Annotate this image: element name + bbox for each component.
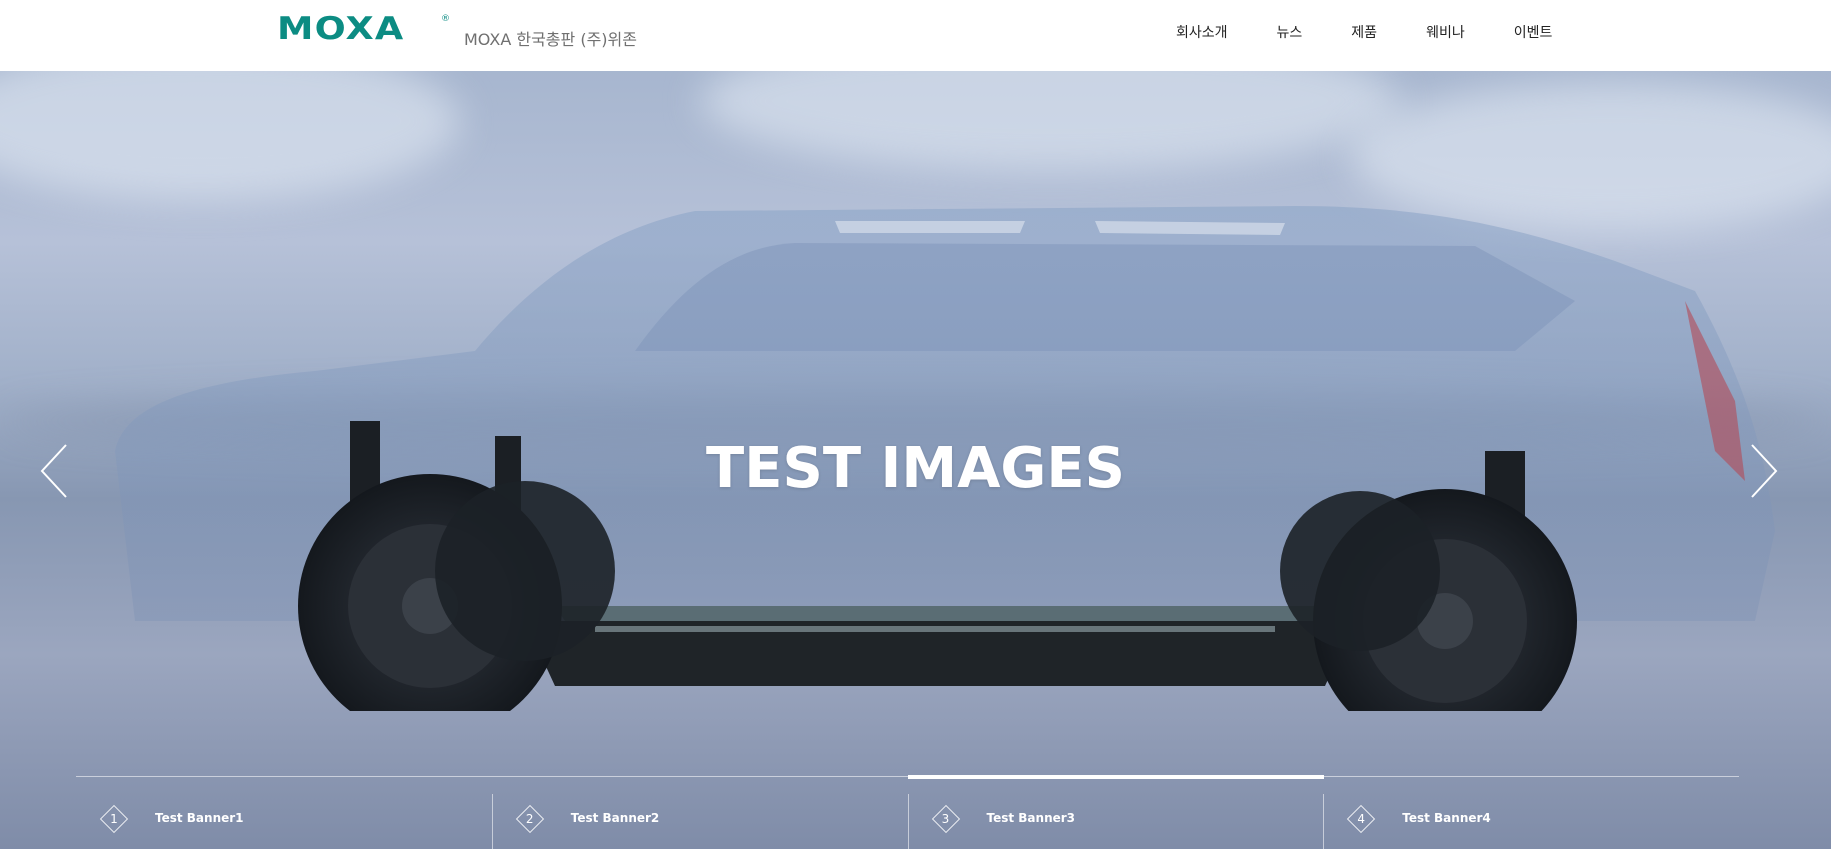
- nav-item-products[interactable]: 제품: [1351, 22, 1377, 42]
- banner-tab-2[interactable]: 2 Test Banner2: [491, 776, 908, 849]
- banner-label: Test Banner1: [155, 811, 244, 825]
- tab-divider: [907, 794, 909, 849]
- site-header: MOXA ® MOXA 한국총판 (주)위존 회사소개 뉴스 제품 웨비나 이벤…: [0, 0, 1831, 71]
- nav-item-event[interactable]: 이벤트: [1514, 22, 1553, 42]
- tab-divider: [491, 794, 493, 849]
- banner-number: 1: [110, 812, 118, 826]
- main-nav: 회사소개 뉴스 제품 웨비나 이벤트: [1176, 22, 1552, 42]
- registered-mark: ®: [441, 14, 450, 24]
- chevron-left-icon: [40, 444, 67, 498]
- next-slide-button[interactable]: [1742, 441, 1782, 501]
- banner-number: 2: [525, 812, 534, 826]
- banner-number-badge: 3: [931, 804, 960, 834]
- prev-slide-button[interactable]: [36, 441, 76, 501]
- banner-label: Test Banner3: [986, 811, 1076, 825]
- nav-item-news[interactable]: 뉴스: [1277, 22, 1303, 42]
- banner-number-badge: 1: [99, 804, 129, 834]
- banner-number-badge: 4: [1347, 804, 1376, 834]
- banner-tab-3[interactable]: 3 Test Banner3: [907, 776, 1324, 849]
- banner-tab-4[interactable]: 4 Test Banner4: [1323, 776, 1739, 849]
- logo[interactable]: MOXA ® MOXA 한국총판 (주)위존: [277, 14, 637, 50]
- nav-item-webinar[interactable]: 웨비나: [1426, 22, 1465, 42]
- banner-label: Test Banner2: [570, 811, 660, 825]
- hero-image-car: [115, 206, 1775, 711]
- site-subtitle: MOXA 한국총판 (주)위존: [464, 30, 637, 49]
- banner-navigation: 1 Test Banner1 2 Test Banner2 3 Test Ban…: [76, 775, 1739, 849]
- banner-label: Test Banner4: [1402, 811, 1491, 825]
- banner-tab-1[interactable]: 1 Test Banner1: [76, 776, 492, 849]
- banner-number: 4: [1357, 812, 1366, 826]
- moxa-logo[interactable]: MOXA: [277, 14, 404, 45]
- tab-divider: [1323, 794, 1325, 849]
- banner-number-badge: 2: [515, 804, 544, 834]
- nav-item-company[interactable]: 회사소개: [1176, 22, 1228, 42]
- banner-number: 3: [941, 812, 950, 826]
- hero-slider: TEST IMAGES 1 Test Banner1 2 Test Banner…: [0, 71, 1831, 849]
- chevron-right-icon: [1751, 444, 1778, 498]
- hero-title: TEST IMAGES: [706, 436, 1125, 501]
